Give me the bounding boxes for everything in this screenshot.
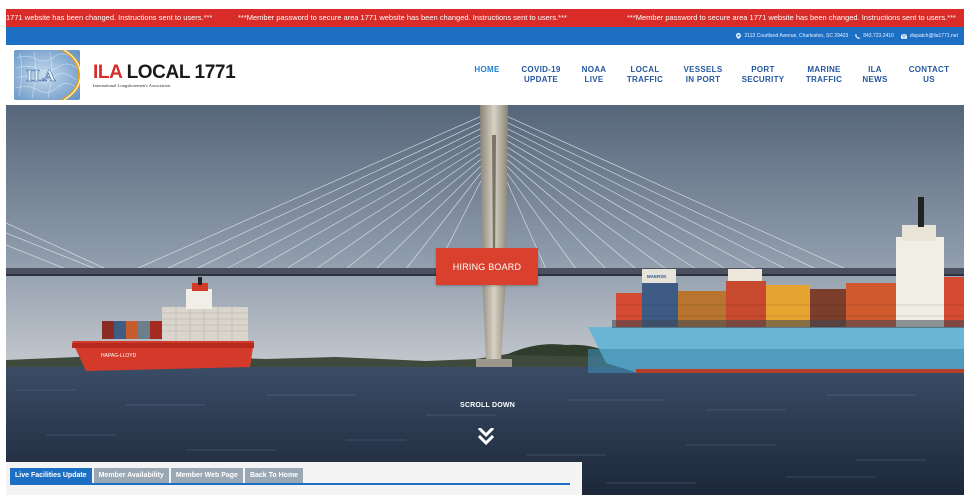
email[interactable]: dispatch@ila1771.net [900,33,958,39]
phone-text[interactable]: 843.723.2410 [863,33,894,39]
phone[interactable]: 843.723.2410 [855,33,894,39]
nav-vessels-in-port[interactable]: VESSELS IN PORT [683,65,722,85]
hero-banner: HAPAG-LLOYD MAERSK HIRING BOARD SCROLL D… [6,105,964,495]
ticker-segment: ***Member password to secure area 1771 w… [238,13,567,22]
map-pin-icon [736,33,742,39]
contact-bar: 2113 Courtland Avenue, Charleston, SC 29… [6,27,964,45]
tab-back-to-home[interactable]: Back To Home [244,468,304,483]
quick-links-panel: Live Facilities Update Member Availabili… [6,462,582,495]
double-chevron-down-icon[interactable] [478,428,494,446]
nav-noaa-live[interactable]: NOAA LIVE [582,65,607,85]
tab-underline [10,483,570,485]
mail-icon [900,33,907,39]
nav-port-security[interactable]: PORT SECURITY [742,65,785,85]
nav-covid-update[interactable]: COVID-19 UPDATE [521,65,560,85]
address: 2113 Courtland Avenue, Charleston, SC 29… [736,33,848,39]
contact-info: 2113 Courtland Avenue, Charleston, SC 29… [736,27,958,45]
nav-home[interactable]: HOME [474,65,499,75]
tab-member-availability[interactable]: Member Availability [93,468,169,483]
nav-ila-news[interactable]: ILA NEWS [862,65,887,85]
address-text: 2113 Courtland Avenue, Charleston, SC 29… [744,33,849,39]
ticker-segment: 1771 website has been changed. Instructi… [6,13,213,22]
phone-icon [855,33,861,39]
tab-live-facilities-update[interactable]: Live Facilities Update [10,468,92,483]
quick-links-tabs: Live Facilities Update Member Availabili… [10,468,304,483]
scroll-down-label[interactable]: SCROLL DOWN [460,402,515,409]
nav-marine-traffic[interactable]: MARINE TRAFFIC [806,65,842,85]
ship-name-label: HAPAG-LLOYD [101,353,137,359]
page: 1771 website has been changed. Instructi… [0,0,964,495]
announcement-ticker: 1771 website has been changed. Instructi… [6,9,964,27]
ticker-segment: ***Member password to secure area 1771 w… [627,13,956,22]
email-text[interactable]: dispatch@ila1771.net [910,33,958,39]
hiring-board-button[interactable]: HIRING BOARD [436,248,538,285]
tab-member-web-page[interactable]: Member Web Page [170,468,243,483]
container-label: MAERSK [647,274,667,279]
site-header: ILA ILA LOCAL 1771 International Longsho… [6,45,964,105]
nav-local-traffic[interactable]: LOCAL TRAFFIC [627,65,663,85]
main-nav: HOME COVID-19 UPDATE NOAA LIVE LOCAL TRA… [6,65,964,95]
nav-contact-us[interactable]: CONTACT US [909,65,950,85]
